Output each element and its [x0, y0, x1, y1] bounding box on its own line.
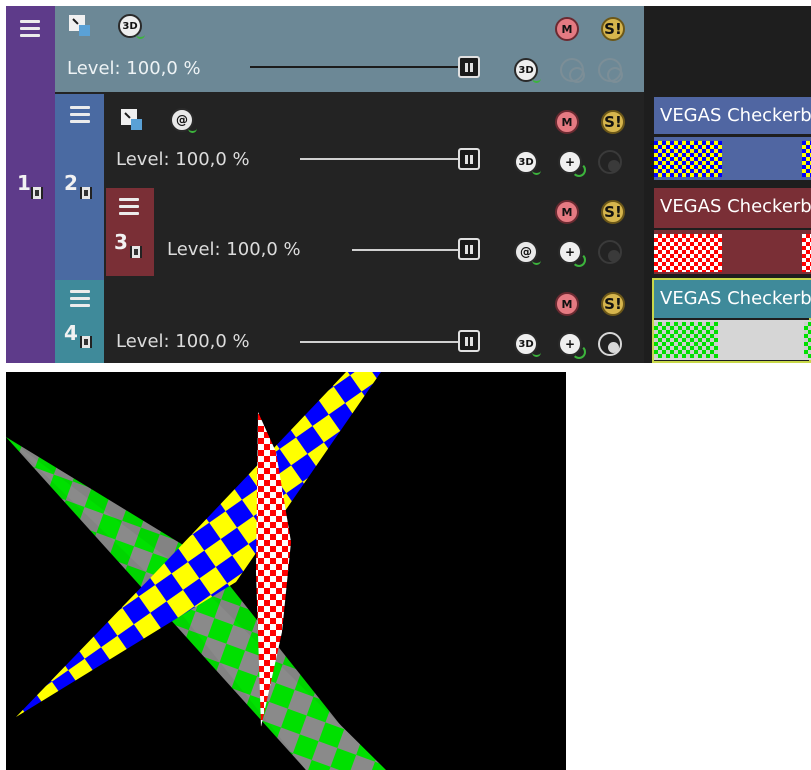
video-preview[interactable]	[6, 372, 566, 770]
track-2-number: 2	[64, 171, 78, 195]
track-1-mute-icon[interactable]: M	[555, 17, 579, 41]
track-2-level-track[interactable]	[300, 158, 468, 160]
track-2-menu-icon[interactable]	[68, 104, 92, 124]
track-3-film-icon	[130, 246, 142, 258]
event-1-checker-thumbnail	[654, 141, 722, 177]
event-1-checker-thumbnail-2	[802, 141, 811, 177]
event-1-title[interactable]: VEGAS Checkerb	[654, 97, 811, 134]
track-2-3d-icon[interactable]: 3D	[514, 150, 541, 175]
track-1-compositing-mode-icon[interactable]	[69, 15, 91, 37]
event-2-title[interactable]: VEGAS Checkerb	[654, 188, 811, 228]
track-2-level-label: Level: 100,0 %	[116, 149, 250, 170]
event-2-checker-thumbnail-2	[802, 234, 811, 272]
track-4-mute-icon[interactable]: M	[555, 292, 579, 316]
track-1-shadow-icon[interactable]	[598, 58, 623, 83]
track-4-menu-icon[interactable]	[68, 288, 92, 308]
track-3-solo-icon[interactable]: S!	[601, 200, 625, 224]
track-2-motion-icon[interactable]: +	[558, 150, 586, 177]
event-2-thumbnail-strip[interactable]	[654, 230, 811, 274]
track-list-panel: 1 3D M S! Level: 100,0 % 3D 2 @ M S! Lev…	[6, 6, 811, 363]
track-1-header[interactable]	[55, 6, 644, 92]
track-3-number: 3	[114, 230, 128, 254]
track-3-level-slider[interactable]	[458, 238, 480, 260]
track-2-composite-icon[interactable]: @	[170, 108, 197, 133]
track-4-number: 4	[64, 321, 78, 345]
track-1-number: 1	[17, 171, 31, 195]
track-2-shadow-icon[interactable]	[598, 150, 622, 174]
track-4-level-track[interactable]	[300, 341, 468, 343]
track-1-level-slider[interactable]	[458, 56, 480, 78]
track-1-film-icon	[31, 187, 43, 199]
track-4-level-label: Level: 100,0 %	[116, 331, 250, 352]
track-3-shadow-icon[interactable]	[598, 240, 622, 264]
track-2-film-icon	[80, 187, 92, 199]
event-3-checker-thumbnail	[654, 322, 718, 358]
track-2-solo-icon[interactable]: S!	[601, 110, 625, 134]
event-2-checker-thumbnail	[654, 234, 722, 272]
track-1-level-label: Level: 100,0 %	[67, 58, 201, 79]
track-1-motion-blur-icon[interactable]	[560, 58, 585, 83]
preview-render	[6, 372, 386, 770]
track-2-mute-icon[interactable]: M	[555, 110, 579, 134]
event-3-checker-thumbnail-2	[804, 322, 811, 358]
track-4-solo-icon[interactable]: S!	[601, 292, 625, 316]
track-3-menu-icon[interactable]	[117, 196, 141, 216]
track-3-level-track[interactable]	[352, 249, 468, 251]
track-1-parent-3d-icon[interactable]: 3D	[514, 58, 541, 83]
track-3-composite-icon[interactable]: @	[514, 240, 541, 265]
track-4-film-icon	[80, 336, 92, 348]
track-1-solo-icon[interactable]: S!	[601, 17, 625, 41]
event-3-thumbnail-strip[interactable]	[654, 320, 811, 360]
track-4-shadow-icon[interactable]	[598, 332, 622, 356]
track-2-compositing-mode-icon[interactable]	[121, 109, 143, 131]
track-3-level-label: Level: 100,0 %	[167, 239, 301, 260]
event-3-title[interactable]: VEGAS Checkerb	[654, 280, 811, 318]
track-1-level-track[interactable]	[250, 66, 468, 68]
event-1-thumbnail-strip[interactable]	[654, 137, 811, 180]
track-4-motion-icon[interactable]: +	[558, 332, 586, 359]
track-1-3d-icon[interactable]: 3D	[118, 14, 145, 39]
track-1-menu-icon[interactable]	[18, 18, 42, 38]
track-2-level-slider[interactable]	[458, 148, 480, 170]
track-4-3d-icon[interactable]: 3D	[514, 332, 541, 357]
track-3-motion-icon[interactable]: +	[558, 240, 586, 267]
track-4-level-slider[interactable]	[458, 330, 480, 352]
blue-yellow-plane	[16, 372, 381, 717]
track-3-mute-icon[interactable]: M	[555, 200, 579, 224]
